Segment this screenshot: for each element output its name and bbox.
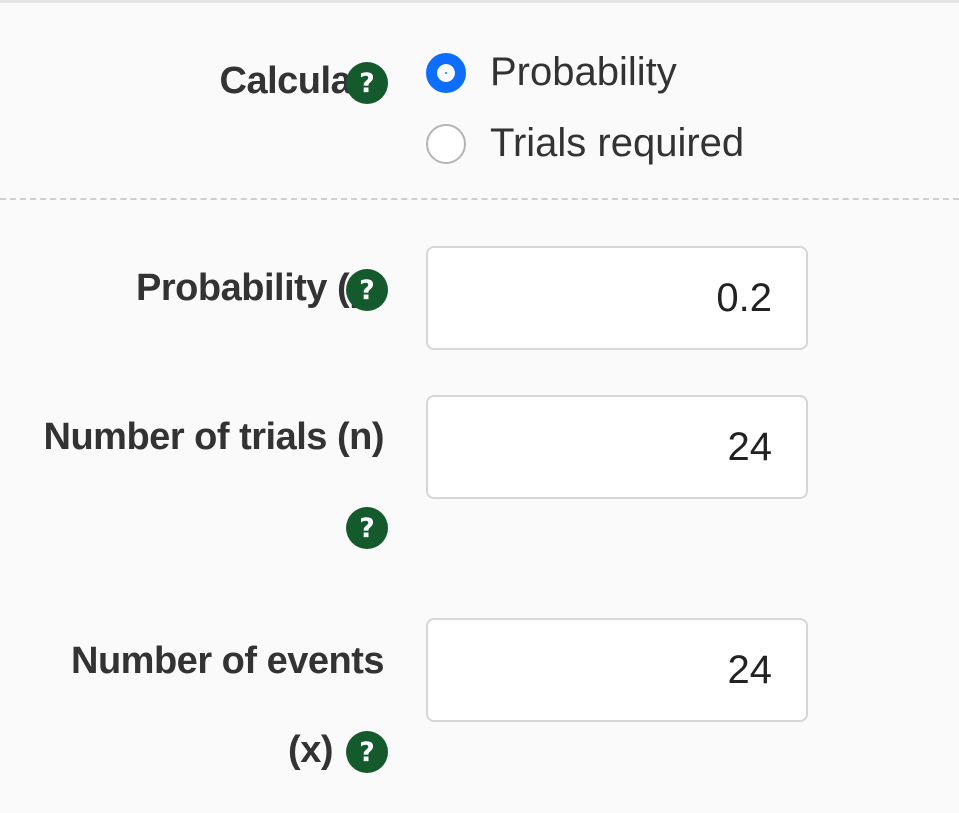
trials-input[interactable]	[426, 395, 808, 499]
help-icon[interactable]: ?	[346, 507, 388, 549]
radio-button-unchecked[interactable]	[426, 123, 466, 164]
radio-button-checked[interactable]	[426, 52, 466, 93]
events-input[interactable]	[426, 618, 808, 722]
top-border	[0, 0, 959, 3]
help-icon[interactable]: ?	[346, 269, 388, 311]
radio-trials-required-label: Trials required	[490, 121, 745, 165]
events-label: Number of events	[71, 640, 384, 682]
radio-probability[interactable]: Probability	[426, 50, 677, 95]
section-divider	[0, 198, 959, 200]
trials-label: Number of trials (n)	[43, 416, 385, 458]
events-label-line2: (x)	[288, 729, 333, 771]
help-icon[interactable]: ?	[346, 731, 388, 773]
radio-trials-required[interactable]: Trials required	[426, 121, 744, 166]
probability-input[interactable]	[426, 246, 808, 350]
help-icon[interactable]: ?	[346, 62, 388, 104]
radio-probability-label: Probability	[490, 50, 677, 94]
